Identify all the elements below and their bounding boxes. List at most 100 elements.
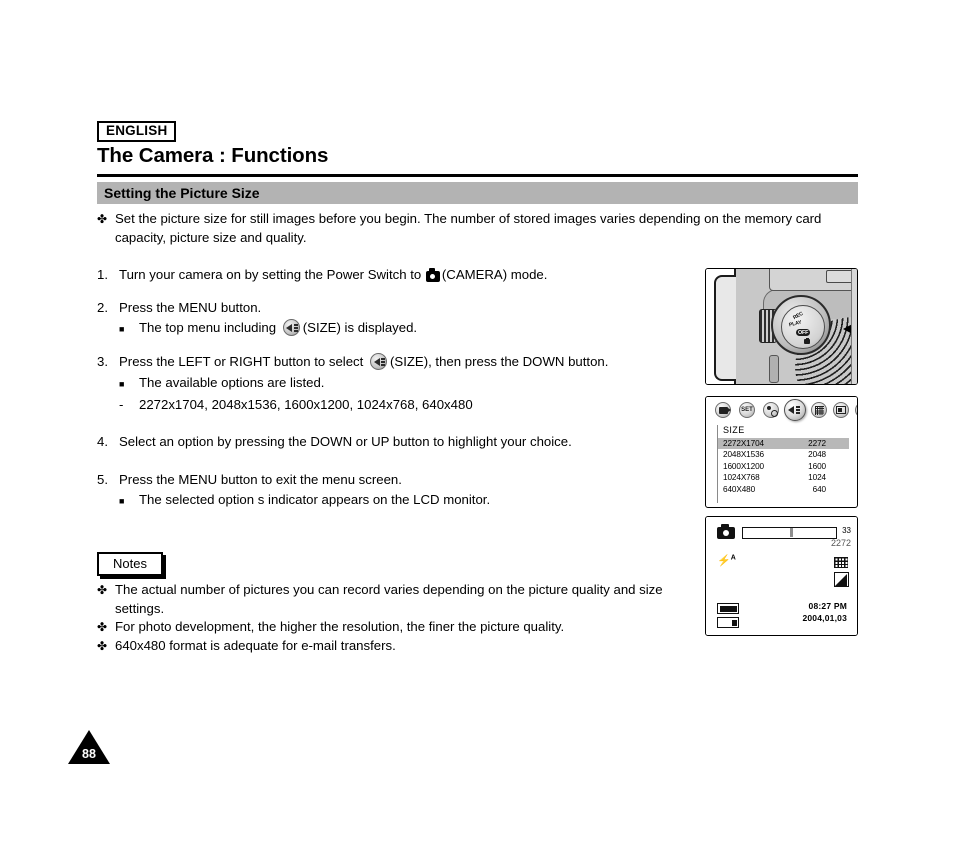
camera-icon — [804, 337, 810, 344]
size-option-label: 1024X768 — [723, 473, 760, 483]
dial-label-off: OFF — [796, 329, 811, 336]
set-icon-label: SET — [741, 407, 753, 413]
size-option-label: 640X480 — [723, 484, 756, 494]
menu-icon-self-timer[interactable] — [763, 402, 779, 418]
note-item: ✤ For photo development, the higher the … — [97, 618, 697, 637]
camera-body: REC PLAY OFF — [733, 269, 857, 384]
flash-auto-icon: ⚡A — [717, 554, 736, 567]
menu-icon-lcd[interactable] — [833, 402, 849, 418]
step-1-text-after: (CAMERA) mode. — [441, 267, 548, 282]
menu-icon-effect[interactable] — [855, 402, 859, 418]
notes-label-box: Notes — [97, 552, 163, 576]
step-2-sub-text: The top menu including (SIZE) is display… — [139, 319, 417, 339]
menu-icon-record[interactable] — [715, 402, 731, 418]
step-4-number: 4. — [97, 434, 108, 449]
size-icon — [282, 319, 300, 336]
card-marker — [731, 619, 737, 626]
notes-list: ✤ The actual number of pictures you can … — [97, 581, 697, 655]
zoom-bar-indicator — [790, 528, 793, 537]
dial-label-play: PLAY — [788, 319, 803, 329]
note-item: ✤ The actual number of pictures you can … — [97, 581, 697, 618]
camera-right-edge — [851, 269, 857, 384]
size-menu-title: SIZE — [723, 425, 745, 435]
power-switch-dial[interactable]: REC PLAY OFF — [771, 295, 831, 355]
size-menu-panel: SIZE 2272X1704 2272 2048X1536 2048 1600X… — [717, 425, 849, 503]
picture-size-indicator: 2272 — [830, 538, 851, 548]
menu-icon-set[interactable]: SET — [739, 402, 755, 418]
camera-top-panel — [769, 269, 857, 291]
step-2-sub-before: The top menu including — [139, 320, 277, 335]
self-timer-icon — [766, 405, 778, 417]
step-3-number: 3. — [97, 354, 108, 369]
figure-lcd-monitor: 33 2272 ⚡A 08:27 PM 2004,01,03 — [705, 516, 858, 636]
menu-icon-quality[interactable] — [811, 402, 827, 418]
camera-grip-inner — [714, 275, 736, 381]
camera-grip — [706, 269, 736, 384]
size-option-value: 1600 — [808, 461, 826, 471]
camera-icon — [425, 268, 440, 282]
notes-label: Notes — [113, 556, 147, 571]
bullet-icon: ✤ — [97, 583, 108, 597]
square-bullet-icon: ■ — [119, 496, 125, 506]
size-option-row[interactable]: 2272X1704 2272 — [718, 438, 830, 450]
date-display: 2004,01,03 — [802, 613, 847, 623]
step-5-number: 5. — [97, 471, 108, 487]
bullet-icon: ✤ — [97, 212, 108, 226]
battery-icon — [717, 603, 739, 614]
note-text: The actual number of pictures you can re… — [115, 582, 663, 616]
page-number: 88 — [68, 730, 110, 764]
step-3-text-after: (SIZE), then press the DOWN button. — [390, 354, 609, 369]
title-divider — [97, 174, 858, 177]
size-option-value: 1024 — [808, 473, 826, 483]
menu-icon-size[interactable] — [784, 399, 806, 421]
page-title: The Camera : Functions — [97, 144, 329, 167]
square-bullet-icon: ■ — [119, 324, 125, 334]
size-option-row[interactable]: 640X480 640 — [718, 484, 830, 495]
shots-remaining-counter: 33 — [842, 526, 851, 535]
battery-fill — [719, 605, 737, 612]
image-effect-icon — [834, 572, 849, 587]
memory-card-icon — [717, 617, 739, 628]
triangle-shape — [835, 574, 847, 586]
quality-grid-icon — [814, 405, 824, 415]
size-option-value: 2272 — [808, 439, 826, 448]
dash-bullet: - — [119, 396, 124, 412]
time-display: 08:27 PM — [808, 601, 847, 611]
size-option-label: 2272X1704 — [723, 439, 764, 448]
zoom-bar — [742, 527, 837, 539]
page-number-text: 88 — [82, 747, 96, 761]
bullet-icon: ✤ — [97, 638, 108, 653]
section-title: Setting the Picture Size — [104, 185, 260, 201]
size-option-value: 640 — [812, 484, 826, 494]
step-2-sub-after: (SIZE) is displayed. — [302, 320, 418, 335]
power-switch-dial-face: REC PLAY OFF — [781, 305, 825, 349]
note-text: For photo development, the higher the re… — [115, 619, 565, 634]
camera-slot — [769, 355, 779, 383]
lcd-icon — [836, 406, 846, 414]
intro-bullet: ✤ Set the picture size for still images … — [97, 210, 857, 247]
size-menu-selection-shade — [830, 438, 849, 450]
step-1-text-before: Turn your camera on by setting the Power… — [119, 267, 422, 282]
step-2-number: 2. — [97, 299, 108, 315]
size-option-row[interactable]: 1600X1200 1600 — [718, 461, 830, 472]
step-3-size-options: 2272x1704, 2048x1536, 1600x1200, 1024x76… — [139, 396, 473, 412]
size-option-row[interactable]: 2048X1536 2048 — [718, 449, 830, 460]
record-icon — [718, 406, 731, 414]
document-page: ENGLISH The Camera : Functions Setting t… — [0, 0, 954, 859]
menu-icon-bar: SET — [706, 397, 859, 423]
size-option-row[interactable]: 1024X768 1024 — [718, 472, 830, 483]
size-icon — [788, 405, 802, 415]
intro-text: Set the picture size for still images be… — [115, 211, 822, 245]
camera-mode-icon — [717, 524, 735, 539]
section-header-bar: Setting the Picture Size — [97, 182, 858, 204]
flash-mode-label: A — [730, 554, 736, 562]
language-badge: ENGLISH — [97, 121, 177, 142]
figure-size-menu: SET SIZE 2272X1704 2272 2048X1536 2048 1 — [705, 396, 858, 508]
lcd-screen: 33 2272 ⚡A 08:27 PM 2004,01,03 — [706, 517, 857, 635]
step-3-sub-text: The available options are listed. — [139, 374, 325, 390]
bullet-icon: ✤ — [97, 620, 108, 634]
effect-palette-icon — [858, 406, 859, 414]
size-option-label: 1600X1200 — [723, 461, 764, 471]
note-item: ✤ 640x480 format is adequate for e-mail … — [97, 637, 697, 656]
